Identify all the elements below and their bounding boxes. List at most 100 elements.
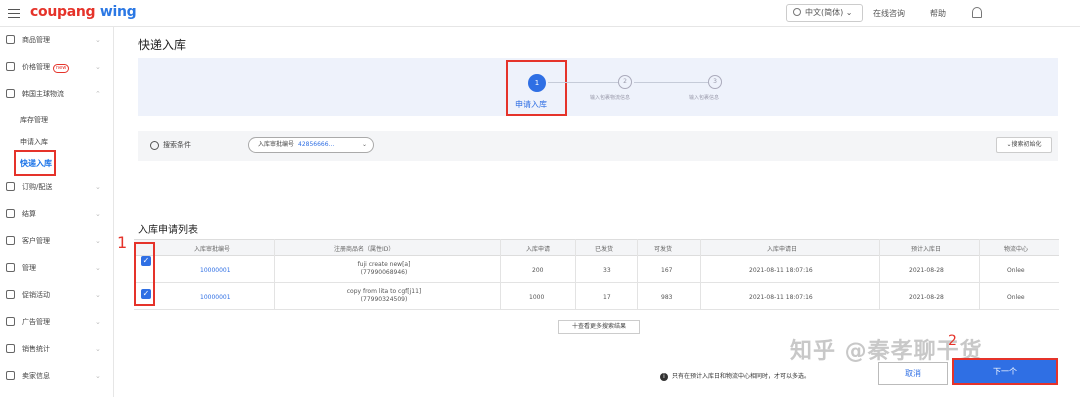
product-id-text: (77990068946)	[360, 269, 408, 276]
col-header: 可发货	[654, 246, 673, 253]
chat-link[interactable]: 在线咨询	[873, 8, 905, 19]
search-reset-button[interactable]: ⌄搜索初始化	[996, 137, 1052, 153]
table-header: 入库审批编号 注册商品名（属性ID） 入库申请 已发货 可发货 入库申请日 预计…	[134, 239, 1059, 256]
step-indicator: 1 申请入库 2 输入包裹物流信息 3 输入包裹信息	[138, 58, 1058, 116]
chevron-down-icon: ⌄	[95, 183, 101, 191]
sidebar-label: 韩国主球物流	[22, 90, 64, 98]
chevron-down-icon: ⌄	[95, 63, 101, 71]
chevron-down-icon: ⌄	[95, 264, 101, 272]
sidebar-subitem-express-inbound[interactable]: 快递入库	[14, 150, 56, 176]
note-text: 只有在预计入库日和物流中心相同时，才可以多选。	[672, 373, 811, 380]
store-icon	[6, 263, 15, 272]
step-1-label: 申请入库	[515, 100, 547, 109]
apply-qty: 200	[532, 267, 544, 274]
sidebar-label: 商品管理	[22, 36, 50, 44]
search-filter-select[interactable]: 入库审批编号 42856666... ⌄	[248, 137, 374, 153]
available-qty: 167	[661, 267, 673, 274]
bar-chart-icon	[6, 344, 15, 353]
list-title: 入库申请列表	[138, 225, 198, 236]
logo[interactable]: coupang wing	[30, 4, 137, 20]
col-header: 入库审批编号	[194, 246, 231, 253]
sidebar-label-text: 价格管理	[22, 63, 50, 71]
sidebar-item-products[interactable]: 商品管理 ⌄	[0, 31, 114, 49]
shipped-qty: 33	[603, 267, 611, 274]
hamburger-menu-icon[interactable]	[8, 9, 20, 18]
product-name-text: copy from lita to cgf[j11]	[346, 288, 422, 295]
product-name-text: fuji create new[a]	[357, 261, 411, 268]
chevron-up-icon: ⌃	[95, 90, 101, 98]
sidebar-label: 价格管理 new	[22, 58, 70, 76]
product-name: copy from lita to cgf[j11] (77990324509)	[319, 288, 449, 304]
sidebar-item-statistics[interactable]: 销售统计 ⌄	[0, 340, 114, 358]
sidebar-item-orders[interactable]: 订购/配送 ⌄	[0, 178, 114, 196]
sidebar-item-promotions[interactable]: 促销活动 ⌄	[0, 286, 114, 304]
product-id-text: (77990324509)	[360, 296, 408, 303]
column-divider	[274, 239, 275, 310]
top-bar: coupang wing 中文(简体) ⌄ 在线咨询 帮助	[0, 0, 1080, 27]
next-button[interactable]: 下一个	[952, 358, 1058, 385]
logistics-center: Onlee	[1007, 267, 1025, 274]
apply-date: 2021-08-11 18:07:16	[749, 294, 813, 301]
step-1-circle: 1	[528, 74, 546, 92]
search-label: 搜索条件	[163, 141, 191, 149]
chevron-down-icon: ⌄	[95, 36, 101, 44]
sidebar-subitem-apply-inbound[interactable]: 申请入库	[20, 137, 48, 147]
chevron-down-icon: ⌄	[95, 345, 101, 353]
sidebar-label: 订购/配送	[22, 183, 53, 191]
reset-label: 搜索初始化	[1011, 141, 1042, 148]
column-divider	[700, 239, 701, 310]
page-title: 快递入库	[138, 38, 187, 52]
sidebar-item-logistics[interactable]: 韩国主球物流 ⌃	[0, 85, 114, 103]
sidebar-item-customers[interactable]: 客户管理 ⌄	[0, 232, 114, 250]
apply-date: 2021-08-11 18:07:16	[749, 267, 813, 274]
user-icon	[6, 371, 15, 380]
filter-field-label: 入库审批编号	[258, 141, 295, 148]
row-checkbox[interactable]: ✓	[141, 289, 151, 299]
step-3-label: 输入包裹信息	[689, 95, 720, 101]
shipped-qty: 17	[603, 294, 611, 301]
table-row[interactable]: 10000001 copy from lita to cgf[j11] (7799…	[134, 283, 1059, 310]
sidebar-label: 管理	[22, 264, 36, 272]
step-connector	[634, 82, 708, 83]
table-row[interactable]: 10000001 fuji create new[a] (77990068946)…	[134, 256, 1059, 283]
filter-field-value: 42856666...	[298, 141, 335, 148]
price-icon	[6, 62, 15, 71]
sidebar-label: 广告管理	[22, 318, 50, 326]
sidebar-label: 客户管理	[22, 237, 50, 245]
truck-icon	[6, 182, 15, 191]
chevron-down-icon: ⌄	[95, 318, 101, 326]
search-bar: 搜索条件 入库审批编号 42856666... ⌄ ⌄搜索初始化	[138, 131, 1058, 161]
sidebar-label: 促销活动	[22, 291, 50, 299]
sidebar-subitem-inventory[interactable]: 库存管理	[20, 115, 48, 125]
sidebar-active-label: 快递入库	[20, 159, 52, 168]
step-2-label: 输入包裹物流信息	[590, 95, 631, 101]
logistics-center: Onlee	[1007, 294, 1025, 301]
chevron-down-icon: ⌄	[95, 210, 101, 218]
chat-icon	[6, 236, 15, 245]
load-more-button[interactable]: 十查看更多搜索结果	[558, 320, 640, 334]
chevron-down-icon: ⌄	[95, 372, 101, 380]
annotation-2: 2	[948, 333, 957, 349]
sidebar-item-seller-info[interactable]: 卖家信息 ⌄	[0, 367, 114, 385]
info-icon: i	[660, 373, 668, 381]
inbound-id-link[interactable]: 10000001	[200, 294, 231, 301]
sidebar-item-settlement[interactable]: 结算 ⌄	[0, 205, 114, 223]
col-header: 注册商品名（属性ID）	[334, 246, 395, 253]
sidebar-item-manage[interactable]: 管理 ⌄	[0, 259, 114, 277]
column-divider	[879, 239, 880, 310]
sidebar-label: 卖家信息	[22, 372, 50, 380]
language-label: 中文(简体)	[805, 8, 844, 17]
sidebar-item-price[interactable]: 价格管理 new ⌄	[0, 58, 114, 76]
notification-bell-icon[interactable]	[972, 7, 982, 18]
sidebar-item-ads[interactable]: 广告管理 ⌄	[0, 313, 114, 331]
language-select[interactable]: 中文(简体) ⌄	[786, 4, 863, 22]
sidebar-label: 销售统计	[22, 345, 50, 353]
step-connector	[548, 82, 618, 83]
help-link[interactable]: 帮助	[930, 8, 946, 19]
cancel-button[interactable]: 取消	[878, 362, 948, 385]
annotation-1: 1	[117, 233, 128, 252]
row-checkbox[interactable]: ✓	[141, 256, 151, 266]
box-icon	[6, 35, 15, 44]
step-2-circle: 2	[618, 75, 632, 89]
inbound-id-link[interactable]: 10000001	[200, 267, 231, 274]
